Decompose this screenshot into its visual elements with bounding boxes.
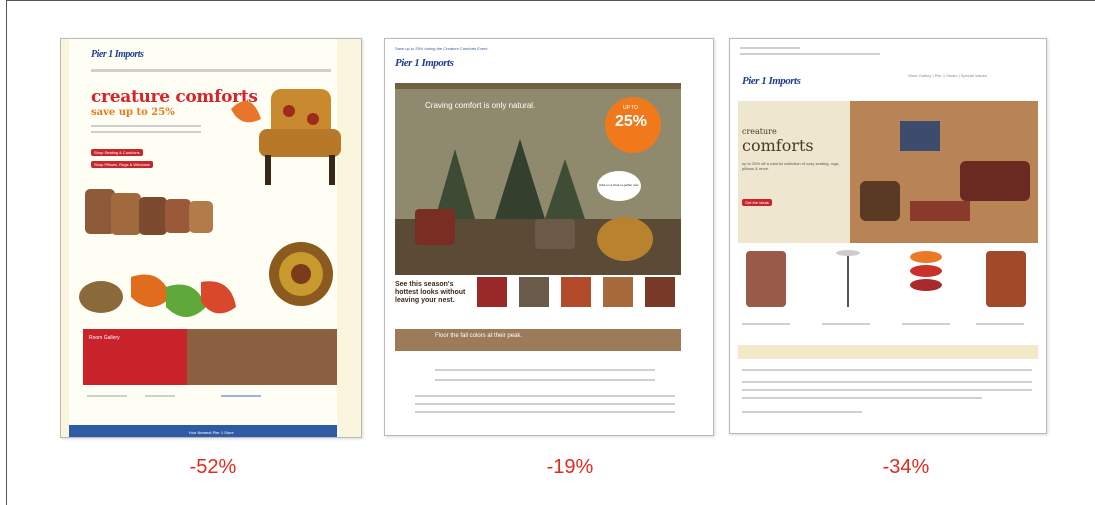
card3-headline: creature comforts <box>742 125 814 155</box>
card2-footer-text <box>415 403 675 405</box>
percent-label-3: -34% <box>882 456 930 478</box>
get-ideas-button[interactable]: Get the ideas <box>742 199 772 206</box>
card3-logo: Pier 1 Imports <box>742 75 801 87</box>
shop-pillows-button[interactable]: Shop Pillows, Rugs & Windows <box>91 161 153 168</box>
product-captions <box>822 323 870 325</box>
card3-footer-text <box>742 397 982 399</box>
speech-text: Click on a chair to gather nuts <box>599 183 639 187</box>
room-gallery-title: Room Gallery <box>89 335 120 341</box>
card3-footer-text <box>742 389 1032 391</box>
card2-footer-text <box>415 395 675 397</box>
card1-topnav <box>91 69 331 72</box>
card3-footer-text <box>742 381 1032 383</box>
product-captions <box>976 323 1024 325</box>
card3-offer: up to 25% off a colorful collection of c… <box>742 161 840 171</box>
fall-colors-text: Floor the fall colors at their peak. <box>435 333 523 339</box>
email-thumbnail-3[interactable]: Pier 1 Imports Store Gallery | Pier 1 St… <box>729 38 1047 434</box>
headline-big: comforts <box>742 136 814 155</box>
card2-side-heading: See this season's hottest looks without … <box>395 281 466 304</box>
card1-copy <box>91 125 201 127</box>
card1-footer-links <box>221 395 261 397</box>
card3-preheader <box>740 53 880 55</box>
card1-subheadline: save up to 25% <box>91 107 175 118</box>
living-room-image <box>850 101 1038 243</box>
badge-small: UP TO <box>623 105 639 111</box>
email-thumbnail-1[interactable]: Pier 1 Imports creature comforts save up… <box>60 38 362 438</box>
product-captions <box>742 323 790 325</box>
card2-footer-text <box>435 369 655 371</box>
card3-footer-text <box>742 369 1032 371</box>
card3-preheader <box>740 47 800 49</box>
card2-footer-text <box>415 411 675 413</box>
armchair-image <box>231 89 341 185</box>
squirrel-leaves-image <box>79 274 236 317</box>
rug-image <box>269 242 333 306</box>
card2-logo: Pier 1 Imports <box>395 57 454 69</box>
percent-label-1: -52% <box>189 456 237 478</box>
shop-seating-button[interactable]: Shop Seating & Cushions <box>91 149 143 156</box>
card1-copy <box>91 131 201 133</box>
store-locator-text: Your Nearest Pier 1 Store <box>188 430 234 435</box>
room-photo <box>187 329 337 385</box>
card3-footer-text <box>742 411 862 413</box>
product-strip <box>477 277 675 307</box>
product-row <box>746 250 1026 307</box>
card2-top-link[interactable]: Save up to 25% during the Creature Comfo… <box>395 46 488 51</box>
percent-label-2: -19% <box>546 456 594 478</box>
card1-footer-links <box>87 395 127 397</box>
card1-footer-links <box>145 395 175 397</box>
hero-headline: Craving comfort is only natural. <box>425 101 536 110</box>
pillows-image <box>85 189 213 235</box>
card3-nav[interactable]: Store Gallery | Pier 1 Studio | Special … <box>908 73 987 78</box>
product-captions <box>902 323 950 325</box>
card2-footer-text <box>435 379 655 381</box>
email-thumbnail-2[interactable]: Save up to 25% during the Creature Comfo… <box>384 38 714 436</box>
card1-logo: Pier 1 Imports <box>91 49 144 60</box>
badge-big: 25% <box>615 113 648 130</box>
card3-service-bar[interactable] <box>738 345 1038 359</box>
